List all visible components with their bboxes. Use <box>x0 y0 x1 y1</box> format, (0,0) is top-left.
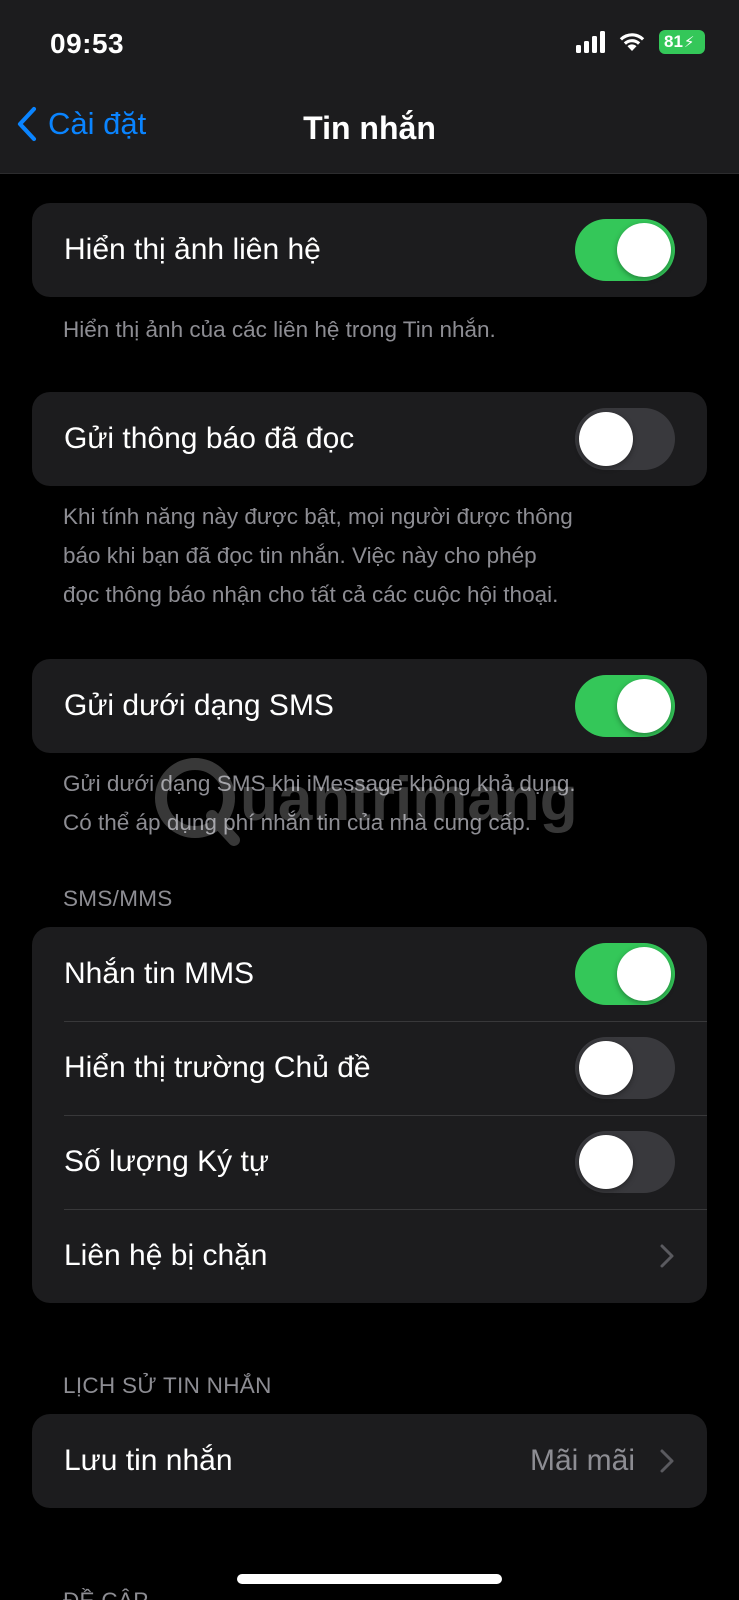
toggle-knob <box>617 947 671 1001</box>
contact-photos-label: Hiển thị ảnh liên hệ <box>64 233 321 266</box>
send-as-sms-label: Gửi dưới dạng SMS <box>64 689 334 722</box>
message-history-section-header: LỊCH SỬ TIN NHẮN <box>63 1373 272 1398</box>
contact-photos-row: Hiển thị ảnh liên hệ <box>32 203 707 297</box>
keep-messages-label: Lưu tin nhắn <box>64 1444 233 1477</box>
footnote-line: Khi tính năng này được bật, mọi người đư… <box>63 504 573 529</box>
blocked-contacts-label: Liên hệ bị chặn <box>64 1239 268 1272</box>
mms-messaging-row: Nhắn tin MMS <box>32 927 707 1021</box>
contact-photos-group: Hiển thị ảnh liên hệ <box>32 203 707 297</box>
footnote-line: báo khi bạn đã đọc tin nhắn. Việc này ch… <box>63 543 537 568</box>
send-as-sms-row: Gửi dưới dạng SMS <box>32 659 707 753</box>
status-icons: 81 ⚡ <box>576 30 705 54</box>
mms-messaging-toggle[interactable] <box>575 943 675 1005</box>
read-receipts-group: Gửi thông báo đã đọc <box>32 392 707 486</box>
mentions-section-header: ĐỀ CẬP <box>63 1588 149 1600</box>
send-as-sms-toggle[interactable] <box>575 675 675 737</box>
sms-mms-group: Nhắn tin MMS Hiển thị trường Chủ đề Số l… <box>32 927 707 1303</box>
character-count-label: Số lượng Ký tự <box>64 1145 269 1178</box>
toggle-knob <box>617 223 671 277</box>
toggle-knob <box>617 679 671 733</box>
chevron-right-icon <box>660 1244 674 1268</box>
battery-icon: 81 ⚡ <box>659 30 705 54</box>
wifi-icon <box>619 33 645 51</box>
read-receipts-footnote: Khi tính năng này được bật, mọi người đư… <box>63 497 683 614</box>
cellular-signal-icon <box>576 31 605 53</box>
message-history-group: Lưu tin nhắn Mãi mãi <box>32 1414 707 1508</box>
contact-photos-footnote: Hiển thị ảnh của các liên hệ trong Tin n… <box>63 317 496 342</box>
character-count-toggle[interactable] <box>575 1131 675 1193</box>
page-title: Tin nhắn <box>303 110 436 146</box>
send-as-sms-footnote: Gửi dưới dạng SMS khi iMessage không khả… <box>63 764 683 842</box>
footnote-line: Có thể áp dụng phí nhắn tin của nhà cung… <box>63 810 531 835</box>
character-count-row: Số lượng Ký tự <box>32 1115 707 1209</box>
home-indicator[interactable] <box>237 1574 502 1584</box>
toggle-knob <box>579 412 633 466</box>
sms-mms-section-header: SMS/MMS <box>63 886 173 911</box>
keep-messages-row[interactable]: Lưu tin nhắn Mãi mãi <box>32 1414 707 1508</box>
footnote-line: Gửi dưới dạng SMS khi iMessage không khả… <box>63 771 576 796</box>
charging-bolt-icon: ⚡ <box>683 34 695 51</box>
navigation-header: 09:53 81 ⚡ Cài đặt Tin nhắn <box>0 0 739 174</box>
battery-level: 81 <box>664 32 683 51</box>
show-subject-row: Hiển thị trường Chủ đề <box>32 1021 707 1115</box>
mms-messaging-label: Nhắn tin MMS <box>64 957 255 990</box>
footnote-line: đọc thông báo nhận cho tất cả các cuộc h… <box>63 582 559 607</box>
contact-photos-toggle[interactable] <box>575 219 675 281</box>
keep-messages-value: Mãi mãi <box>529 1444 635 1477</box>
toggle-knob <box>579 1135 633 1189</box>
send-as-sms-group: Gửi dưới dạng SMS <box>32 659 707 753</box>
chevron-right-icon <box>660 1449 674 1473</box>
read-receipts-label: Gửi thông báo đã đọc <box>64 422 355 455</box>
show-subject-toggle[interactable] <box>575 1037 675 1099</box>
blocked-contacts-row[interactable]: Liên hệ bị chặn <box>32 1209 707 1303</box>
read-receipts-toggle[interactable] <box>575 408 675 470</box>
status-time: 09:53 <box>50 28 125 59</box>
read-receipts-row: Gửi thông báo đã đọc <box>32 392 707 486</box>
toggle-knob <box>579 1041 633 1095</box>
messages-settings-screen: 09:53 81 ⚡ Cài đặt Tin nhắn Hiển thị ảnh… <box>0 0 739 1600</box>
show-subject-label: Hiển thị trường Chủ đề <box>64 1051 371 1084</box>
